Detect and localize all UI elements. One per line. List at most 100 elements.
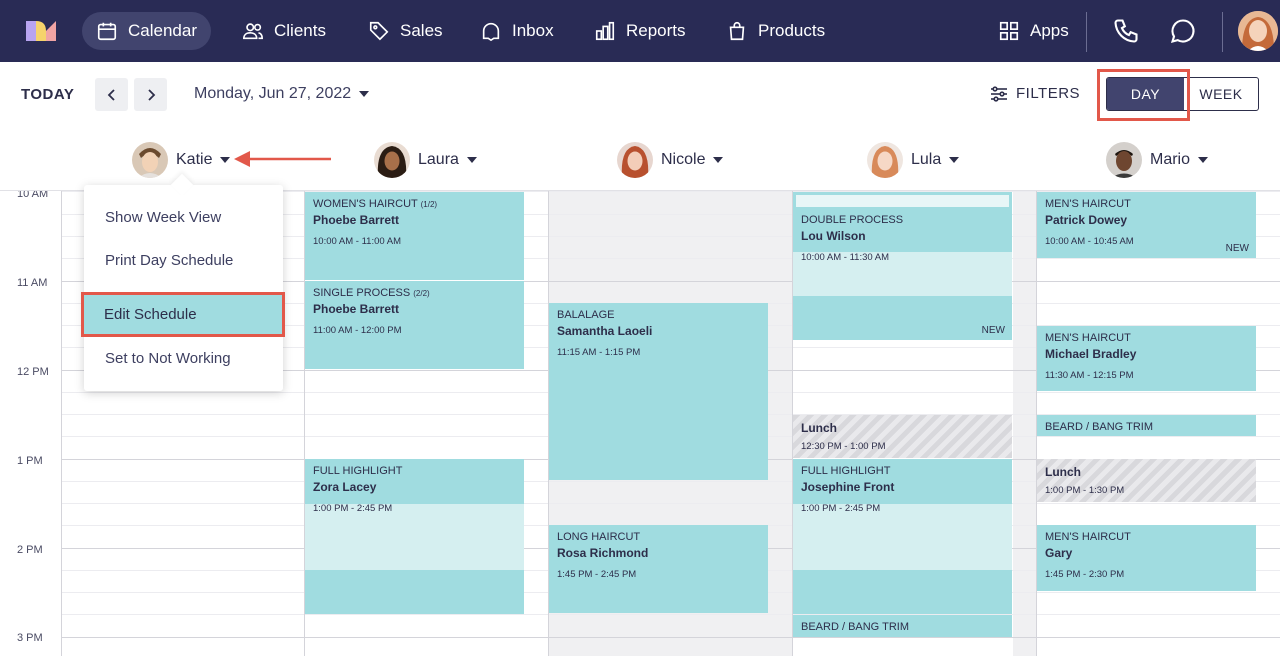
appointment-service: BEARD / BANG TRIM <box>801 621 909 633</box>
appointment-client: Zora Lacey <box>313 480 377 494</box>
appointment-card[interactable]: BEARD / BANG TRIM <box>793 615 1012 637</box>
nav-sales[interactable]: Sales <box>354 12 457 50</box>
today-button[interactable]: TODAY <box>21 86 74 103</box>
nav-inbox[interactable]: Inbox <box>466 12 568 50</box>
appointment-service: WOMEN'S HAIRCUT (1/2) <box>313 198 438 210</box>
caret-down-icon <box>220 157 231 163</box>
appointment-card[interactable]: BEARD / BANG TRIM <box>1037 415 1256 436</box>
appointment-time: 10:00 AM - 11:30 AM <box>801 252 890 263</box>
staff-name: Laura <box>418 151 459 168</box>
bag-icon <box>729 21 745 41</box>
pointer-arrow-icon <box>234 151 331 167</box>
appointment-service: MEN'S HAIRCUT <box>1045 198 1131 210</box>
unavailable-strip-bg <box>1013 191 1036 656</box>
time-label: 10 AM <box>17 190 49 200</box>
appointment-service: LONG HAIRCUT <box>557 531 641 543</box>
appointment-card[interactable]: MEN'S HAIRCUT Michael Bradley 11:30 AM -… <box>1037 326 1256 391</box>
appointment-card[interactable]: SINGLE PROCESS (2/2) Phoebe Barrett 11:0… <box>305 281 524 369</box>
menu-item-edit-schedule[interactable]: Edit Schedule <box>81 292 285 337</box>
filters-button[interactable]: FILTERS <box>990 85 1080 102</box>
nav-label: Clients <box>274 21 326 40</box>
top-nav: Calendar Clients Sales Inbox Reports Pro… <box>0 0 1280 62</box>
brand-logo-icon[interactable] <box>24 19 58 43</box>
caret-down-icon <box>359 91 370 97</box>
date-picker[interactable]: Monday, Jun 27, 2022 <box>194 85 370 103</box>
appointment-card[interactable]: MEN'S HAIRCUT Gary 1:45 PM - 2:30 PM <box>1037 525 1256 591</box>
appointment-time: 1:45 PM - 2:30 PM <box>1045 569 1125 580</box>
day-button-highlight <box>1097 69 1190 121</box>
previous-day-button[interactable] <box>95 78 128 111</box>
phone-icon[interactable] <box>1112 17 1140 45</box>
appointment-card[interactable]: FULL HIGHLIGHT Zora Lacey 1:00 PM - 2:45… <box>305 459 524 614</box>
caret-down-icon <box>1198 157 1209 163</box>
date-text: Monday, Jun 27, 2022 <box>194 85 352 102</box>
nav-label: Reports <box>626 21 686 40</box>
apps-grid-icon <box>999 21 1019 41</box>
appointment-time: 10:00 AM - 10:45 AM <box>1045 236 1134 247</box>
appointment-time: 1:00 PM - 2:45 PM <box>801 503 881 514</box>
time-label: 12 PM <box>17 366 49 378</box>
next-day-button[interactable] <box>134 78 167 111</box>
staff-name: Lula <box>911 151 942 168</box>
appointment-client: Lou Wilson <box>801 229 866 243</box>
appointment-card[interactable]: FULL HIGHLIGHT Josephine Front 1:00 PM -… <box>793 459 1012 614</box>
nav-calendar[interactable]: Calendar <box>82 12 211 50</box>
break-label: Lunch <box>801 421 837 435</box>
week-view-button[interactable]: WEEK <box>1184 78 1258 110</box>
staff-name: Katie <box>176 151 213 168</box>
break-time: 1:00 PM - 1:30 PM <box>1045 485 1125 496</box>
time-label: 3 PM <box>17 632 43 644</box>
nav-label: Products <box>758 21 826 40</box>
filters-sliders-icon <box>991 85 1007 102</box>
staff-avatar <box>617 142 653 178</box>
appointment-time: 1:45 PM - 2:45 PM <box>557 569 637 580</box>
inbox-icon <box>482 22 500 42</box>
appointment-service: BALALAGE <box>557 309 615 321</box>
appointment-card[interactable]: MEN'S HAIRCUT Patrick Dowey 10:00 AM - 1… <box>1037 192 1256 258</box>
appointment-card[interactable]: LONG HAIRCUT Rosa Richmond 1:45 PM - 2:4… <box>549 525 768 613</box>
appointment-service: MEN'S HAIRCUT <box>1045 531 1131 543</box>
appointment-client: Phoebe Barrett <box>313 213 400 227</box>
nav-products[interactable]: Products <box>712 12 839 50</box>
nav-reports[interactable]: Reports <box>580 12 700 50</box>
chevron-left-icon <box>107 88 115 101</box>
time-label: 2 PM <box>17 544 43 556</box>
time-label: 1 PM <box>17 455 43 467</box>
menu-item-print-day-schedule[interactable]: Print Day Schedule <box>84 240 283 280</box>
staff-avatar <box>374 142 410 178</box>
menu-item-set-to-not-working[interactable]: Set to Not Working <box>84 338 283 378</box>
appointment-service: FULL HIGHLIGHT <box>313 465 403 477</box>
appointment-service: BEARD / BANG TRIM <box>1045 421 1153 433</box>
appointment-time: 11:15 AM - 1:15 PM <box>557 347 641 358</box>
new-client-badge: NEW <box>981 325 1005 336</box>
break-block[interactable]: Lunch 1:00 PM - 1:30 PM <box>1037 459 1256 502</box>
appointment-card[interactable]: DOUBLE PROCESS Lou Wilson 10:00 AM - 11:… <box>793 192 1012 340</box>
appointment-client: Michael Bradley <box>1045 347 1137 361</box>
nav-label: Inbox <box>512 21 554 40</box>
break-block[interactable]: Lunch 12:30 PM - 1:00 PM <box>793 415 1012 458</box>
chat-icon[interactable] <box>1169 17 1197 45</box>
nav-label: Calendar <box>128 21 197 40</box>
appointment-service: SINGLE PROCESS (2/2) <box>313 287 430 299</box>
appointment-client: Gary <box>1045 546 1073 560</box>
staff-header-lula[interactable]: Lula <box>867 142 960 178</box>
appointment-client: Patrick Dowey <box>1045 213 1128 227</box>
appointment-card[interactable]: WOMEN'S HAIRCUT (1/2) Phoebe Barrett 10:… <box>305 192 524 280</box>
user-avatar[interactable] <box>1238 11 1278 51</box>
staff-header-nicole[interactable]: Nicole <box>617 142 724 178</box>
tag-icon <box>369 21 389 41</box>
nav-apps[interactable]: Apps <box>984 12 1083 50</box>
appointment-card[interactable]: BALALAGE Samantha Laoeli 11:15 AM - 1:15… <box>549 303 768 480</box>
staff-header-mario[interactable]: Mario <box>1106 142 1209 178</box>
caret-down-icon <box>949 157 960 163</box>
menu-item-show-week-view[interactable]: Show Week View <box>84 197 283 237</box>
staff-avatar <box>1106 142 1142 178</box>
appointment-service: MEN'S HAIRCUT <box>1045 332 1131 344</box>
appointment-client: Phoebe Barrett <box>313 302 400 316</box>
nav-clients[interactable]: Clients <box>228 12 340 50</box>
caret-down-icon <box>713 157 724 163</box>
appointment-client: Josephine Front <box>801 480 895 494</box>
staff-header-laura[interactable]: Laura <box>374 142 477 178</box>
filters-label: FILTERS <box>1016 85 1081 102</box>
nav-divider <box>1222 12 1223 52</box>
